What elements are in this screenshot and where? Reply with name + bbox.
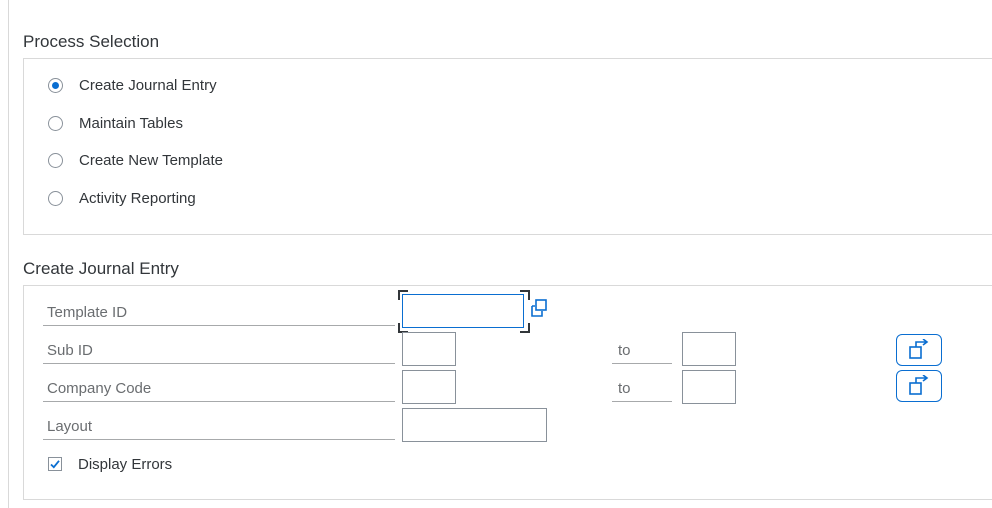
- radio-label: Activity Reporting: [79, 189, 196, 207]
- radio-label: Create New Template: [79, 151, 223, 169]
- radio-create-journal-entry[interactable]: Create Journal Entry: [48, 75, 217, 95]
- sub-id-to-label: to: [612, 337, 672, 364]
- radio-button[interactable]: [48, 115, 63, 131]
- template-id-input[interactable]: [402, 294, 524, 328]
- radio-button[interactable]: [48, 77, 63, 93]
- left-divider: [8, 0, 9, 508]
- radio-create-new-template[interactable]: Create New Template: [48, 150, 223, 170]
- journal-entry-title: Create Journal Entry: [23, 259, 179, 278]
- value-help-icon[interactable]: [527, 297, 551, 321]
- checkmark-icon: [50, 460, 60, 469]
- company-code-from-input[interactable]: [402, 370, 456, 404]
- company-code-to-label: to: [612, 375, 672, 402]
- display-errors-option[interactable]: Display Errors: [48, 454, 172, 474]
- sub-id-multiple-selection-button[interactable]: [896, 334, 942, 366]
- display-errors-label: Display Errors: [78, 455, 173, 473]
- company-code-label: Company Code: [43, 375, 395, 402]
- display-errors-checkbox[interactable]: [48, 457, 62, 471]
- radio-selected-dot: [52, 81, 59, 89]
- radio-button[interactable]: [48, 152, 63, 168]
- radio-label: Create Journal Entry: [79, 76, 217, 94]
- focus-corner: [520, 323, 530, 333]
- radio-maintain-tables[interactable]: Maintain Tables: [48, 113, 183, 133]
- radio-activity-reporting[interactable]: Activity Reporting: [48, 188, 196, 208]
- layout-label: Layout: [43, 413, 395, 440]
- radio-button[interactable]: [48, 190, 63, 206]
- sub-id-to-input[interactable]: [682, 332, 736, 366]
- company-code-to-input[interactable]: [682, 370, 736, 404]
- layout-input[interactable]: [402, 408, 547, 442]
- process-selection-title: Process Selection: [23, 32, 160, 51]
- multiple-selection-icon: [909, 339, 929, 359]
- company-code-multiple-selection-button[interactable]: [896, 370, 942, 402]
- template-id-label: Template ID: [43, 299, 395, 326]
- sub-id-from-input[interactable]: [402, 332, 456, 366]
- sub-id-label: Sub ID: [43, 337, 395, 364]
- radio-label: Maintain Tables: [79, 114, 183, 132]
- focus-corner: [398, 290, 408, 300]
- multiple-selection-icon: [909, 375, 929, 395]
